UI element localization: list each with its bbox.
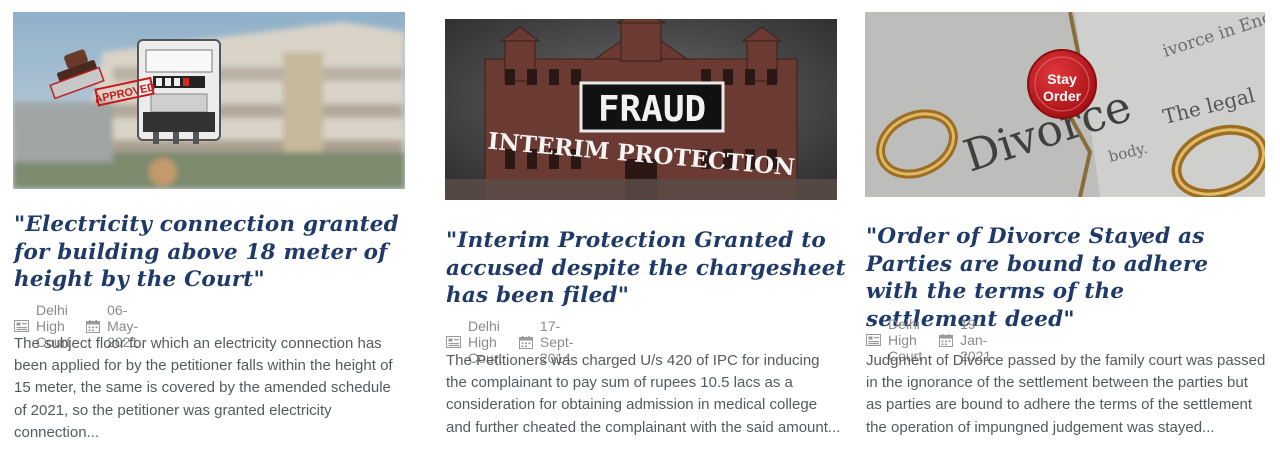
card-2-excerpt: The Petitioners was charged U/s 420 of I… (446, 352, 841, 436)
newspaper-icon (14, 320, 29, 332)
fraud-label: FRAUD (579, 81, 725, 133)
card-3-excerpt: Judgment of Divorce passed by the family… (866, 352, 1266, 436)
card-1-excerpt: The subject floor for which an electrici… (14, 335, 393, 441)
card-1-title[interactable]: "Electricity connection granted for buil… (14, 211, 409, 294)
card-2-image[interactable]: FRAUD INTERIM PROTECTION (445, 19, 837, 200)
calendar-icon (86, 320, 101, 333)
stay-order-seal: Stay Order (1027, 49, 1097, 119)
calendar-icon (939, 334, 954, 347)
calendar-icon (518, 336, 533, 349)
svg-text:Stay: Stay (1047, 71, 1077, 87)
newspaper-icon (866, 334, 881, 346)
card-3-image[interactable]: ivorce in English The legal Divorce body… (865, 12, 1265, 197)
svg-text:FRAUD: FRAUD (598, 89, 706, 130)
card-2-title[interactable]: "Interim Protection Granted to accused d… (446, 227, 846, 310)
newspaper-icon (446, 336, 461, 348)
svg-text:Order: Order (1043, 88, 1082, 104)
card-1-image[interactable]: APPROVED (13, 12, 405, 189)
